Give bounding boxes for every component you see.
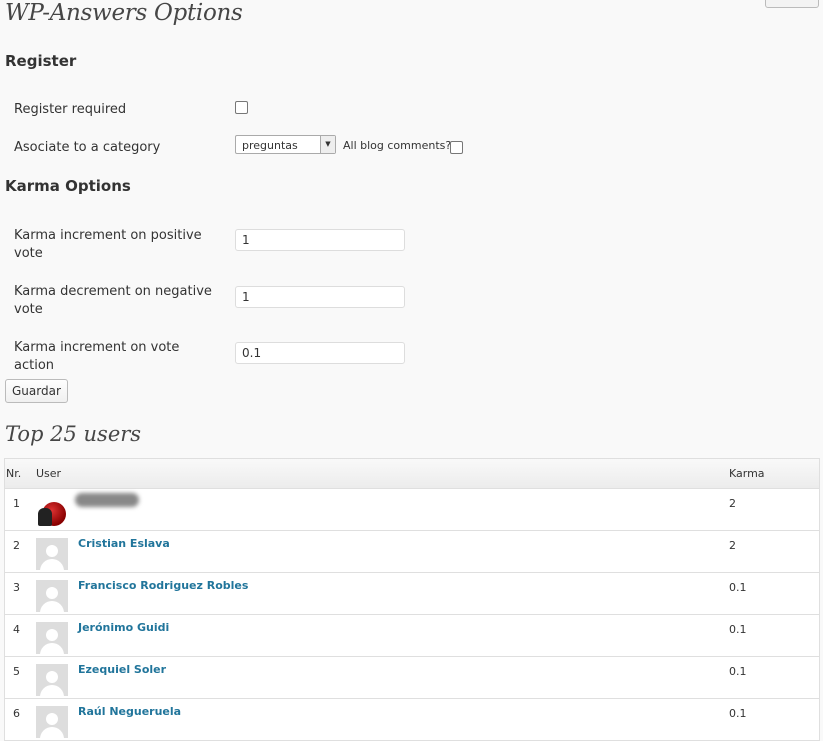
karma-value: 0.1	[729, 665, 747, 678]
column-header-user: User	[36, 467, 62, 480]
table-row: 5 Ezequiel Soler 0.1	[5, 657, 819, 699]
positive-vote-input[interactable]	[235, 229, 405, 251]
row-number: 5	[13, 665, 20, 678]
register-required-checkbox[interactable]	[235, 101, 248, 114]
karma-value: 0.1	[729, 623, 747, 636]
screen-options-button[interactable]	[765, 0, 819, 8]
table-header: Nr. User Karma	[5, 459, 819, 489]
karma-value: 0.1	[729, 581, 747, 594]
negative-vote-label: Karma decrement on negative vote	[14, 284, 212, 317]
table-row: 4 Jerónimo Guidi 0.1	[5, 615, 819, 657]
category-select[interactable]: preguntas ▼	[235, 135, 336, 154]
redacted-username	[75, 493, 139, 507]
karma-options-heading: Karma Options	[5, 177, 131, 195]
save-button[interactable]: Guardar	[5, 379, 68, 403]
user-link[interactable]: Ezequiel Soler	[78, 663, 166, 676]
register-heading: Register	[5, 52, 77, 70]
vote-action-input[interactable]	[235, 342, 405, 364]
row-number: 3	[13, 581, 20, 594]
dropdown-arrow-icon: ▼	[320, 136, 335, 153]
avatar	[36, 496, 68, 528]
karma-value: 0.1	[729, 707, 747, 720]
page-title: WP-Answers Options	[5, 0, 243, 26]
user-link[interactable]: Jerónimo Guidi	[78, 621, 169, 634]
category-select-value: preguntas	[242, 139, 298, 152]
row-number: 1	[13, 497, 20, 510]
avatar	[36, 538, 68, 570]
all-comments-label: All blog comments?	[343, 139, 452, 152]
row-number: 4	[13, 623, 20, 636]
avatar	[36, 664, 68, 696]
negative-vote-input[interactable]	[235, 286, 405, 308]
all-comments-checkbox[interactable]	[450, 141, 463, 154]
row-number: 6	[13, 707, 20, 720]
avatar	[36, 706, 68, 738]
user-link[interactable]: Cristian Eslava	[78, 537, 170, 550]
category-label: Asociate to a category	[14, 140, 161, 155]
top-users-heading: Top 25 users	[5, 422, 142, 446]
column-header-karma: Karma	[729, 467, 765, 480]
avatar	[36, 622, 68, 654]
table-row: 3 Francisco Rodriguez Robles 0.1	[5, 573, 819, 615]
user-link[interactable]: Raúl Negueruela	[78, 705, 181, 718]
avatar	[36, 580, 68, 612]
table-row: 1 2	[5, 489, 819, 531]
positive-vote-label: Karma increment on positive vote	[14, 228, 202, 261]
user-link[interactable]: Francisco Rodriguez Robles	[78, 579, 248, 592]
vote-action-label: Karma increment on vote action	[14, 340, 180, 373]
row-number: 2	[13, 539, 20, 552]
top-users-table: Nr. User Karma 1 2 2 Cristian Eslava 2 3…	[4, 458, 820, 741]
karma-value: 2	[729, 539, 736, 552]
table-row: 2 Cristian Eslava 2	[5, 531, 819, 573]
table-row: 6 Raúl Negueruela 0.1	[5, 699, 819, 741]
register-required-label: Register required	[14, 102, 127, 117]
karma-value: 2	[729, 497, 736, 510]
column-header-nr: Nr.	[6, 467, 22, 480]
